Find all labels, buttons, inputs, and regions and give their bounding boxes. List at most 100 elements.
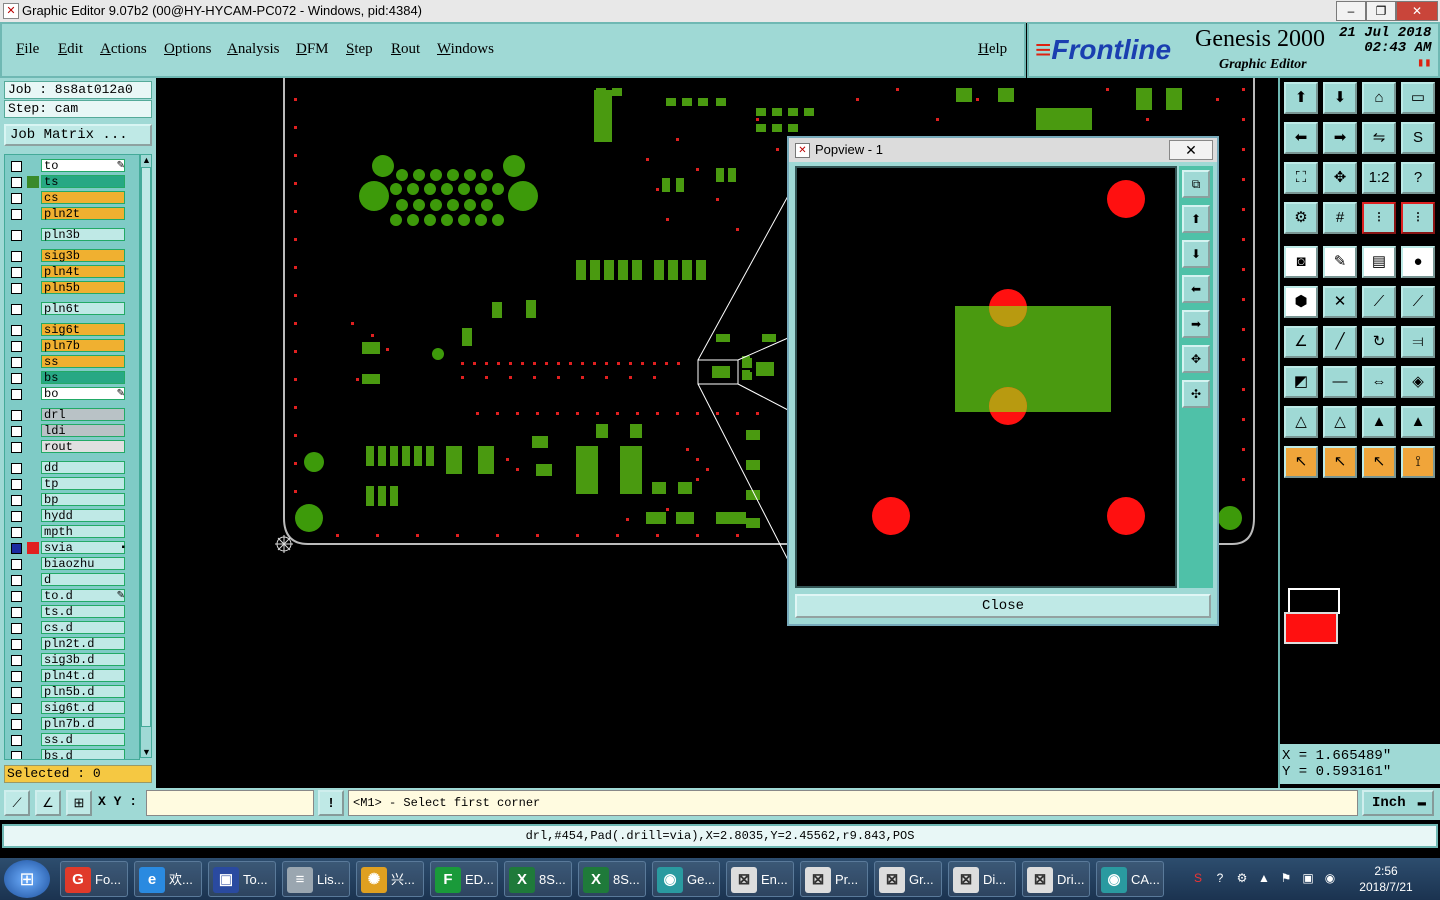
pv-zoom-fit-icon[interactable]: ⧉ <box>1182 170 1210 198</box>
shapes-icon[interactable]: ◈ <box>1401 366 1435 398</box>
menu-file[interactable]: File <box>16 41 39 58</box>
layer-row-ldi[interactable]: ldi <box>7 424 127 438</box>
layer-checkbox[interactable] <box>11 591 22 602</box>
tray-up-icon[interactable]: ▲ <box>1256 870 1272 886</box>
taskbar-clock[interactable]: 2:56 2018/7/21 <box>1346 863 1426 895</box>
taskbar-item[interactable]: ≡ Lis... <box>282 861 350 897</box>
one-to-two-icon[interactable]: 1:2 <box>1362 162 1396 194</box>
layer-name[interactable]: tp <box>41 477 125 491</box>
layer-checkbox[interactable] <box>11 463 22 474</box>
zoom-home-icon[interactable]: ✥ <box>1323 162 1357 194</box>
ruler-icon[interactable]: ▤ <box>1362 246 1396 278</box>
layer-row-d[interactable]: d <box>7 573 127 587</box>
layer-row-pln2t[interactable]: pln2t <box>7 207 127 221</box>
layer-row-pln3b[interactable]: pln3b <box>7 228 127 242</box>
layer-checkbox[interactable] <box>11 671 22 682</box>
layer-name[interactable]: cs <box>41 191 125 205</box>
taskbar-item[interactable]: X 8S... <box>578 861 646 897</box>
layer-row-to-d[interactable]: to.d ✎ <box>7 589 127 603</box>
layer-checkbox[interactable] <box>11 389 22 400</box>
menu-options[interactable]: Options <box>164 41 212 58</box>
layer-checkbox[interactable] <box>11 373 22 384</box>
draw-pencil-icon[interactable]: ✎ <box>1323 246 1357 278</box>
angle-mode-icon[interactable]: ∠ <box>35 790 61 816</box>
layer-name[interactable]: bo <box>41 387 125 401</box>
layer-list-scrollbar[interactable]: ▲ ▼ <box>140 154 152 758</box>
fork-icon[interactable]: ⫤ <box>1401 326 1435 358</box>
layer-row-dd[interactable]: dd <box>7 461 127 475</box>
layer-checkbox[interactable] <box>11 283 22 294</box>
pv-zoom-in-icon[interactable]: ✥ <box>1182 345 1210 373</box>
layer-checkbox[interactable] <box>11 442 22 453</box>
menu-analysis[interactable]: Analysis <box>227 41 280 58</box>
layer-name[interactable]: pln5b <box>41 281 125 295</box>
triangle-4-icon[interactable]: ▲ <box>1401 406 1435 438</box>
layer-name[interactable]: ts <box>41 175 125 189</box>
pan-up-icon[interactable]: ⬆ <box>1284 82 1318 114</box>
pointer-icon[interactable]: ↖ <box>1284 446 1318 478</box>
pan-down-icon[interactable]: ⬇ <box>1323 82 1357 114</box>
layer-row-pln5b-d[interactable]: pln5b.d <box>7 685 127 699</box>
layer-row-ts[interactable]: ts <box>7 175 127 189</box>
layer-name[interactable]: sig3b.d <box>41 653 125 667</box>
traffic-light-2-icon[interactable]: ⁝ <box>1401 202 1435 234</box>
pointer-box-icon[interactable]: ↖ <box>1323 446 1357 478</box>
scroll-up-icon[interactable]: ▲ <box>142 155 151 165</box>
menu-step[interactable]: Step <box>346 41 373 58</box>
layer-name[interactable]: mpth <box>41 525 125 539</box>
menu-edit[interactable]: Edit <box>58 41 83 58</box>
layer-name[interactable]: pln7b <box>41 339 125 353</box>
layer-row-pln7b[interactable]: pln7b <box>7 339 127 353</box>
layer-row-cs[interactable]: cs <box>7 191 127 205</box>
layer-row-pln4t-d[interactable]: pln4t.d <box>7 669 127 683</box>
angle-icon[interactable]: ∠ <box>1284 326 1318 358</box>
pan-right-icon[interactable]: ➡ <box>1323 122 1357 154</box>
pv-pan-right-icon[interactable]: ➡ <box>1182 310 1210 338</box>
layer-row-sig3b-d[interactable]: sig3b.d <box>7 653 127 667</box>
xy-input[interactable] <box>146 790 314 816</box>
layer-name[interactable]: to.d <box>41 589 125 603</box>
triangle-3-icon[interactable]: ▲ <box>1362 406 1396 438</box>
menu-windows[interactable]: Windows <box>437 41 494 58</box>
close-window-button[interactable]: ✕ <box>1396 1 1438 21</box>
taskbar-item[interactable]: ✺ 兴... <box>356 861 424 897</box>
layer-row-bs-d[interactable]: bs.d <box>7 749 127 759</box>
layer-name[interactable]: pln4t <box>41 265 125 279</box>
layer-checkbox[interactable] <box>11 575 22 586</box>
pv-pan-down-icon[interactable]: ⬇ <box>1182 240 1210 268</box>
layer-row-pln6t[interactable]: pln6t <box>7 302 127 316</box>
taskbar-item[interactable]: ◉ Ge... <box>652 861 720 897</box>
layer-checkbox[interactable] <box>11 341 22 352</box>
layer-row-bp[interactable]: bp <box>7 493 127 507</box>
layer-row-sig6t[interactable]: sig6t <box>7 323 127 337</box>
layer-name[interactable]: pln7b.d <box>41 717 125 731</box>
layer-name[interactable]: sig6t <box>41 323 125 337</box>
layer-checkbox[interactable] <box>11 527 22 538</box>
layer-row-rout[interactable]: rout <box>7 440 127 454</box>
dot-icon[interactable]: ● <box>1401 246 1435 278</box>
layer-name[interactable]: dd <box>41 461 125 475</box>
zoom-fit-icon[interactable]: ⛶ <box>1284 162 1318 194</box>
grid-icon[interactable]: # <box>1323 202 1357 234</box>
select-pad-icon[interactable]: ◙ <box>1284 246 1318 278</box>
layer-name[interactable]: pln4t.d <box>41 669 125 683</box>
layer-row-biaozhu[interactable]: biaozhu <box>7 557 127 571</box>
layer-row-ts-d[interactable]: ts.d <box>7 605 127 619</box>
cross-node-icon[interactable]: ✕ <box>1323 286 1357 318</box>
layer-row-pln7b-d[interactable]: pln7b.d <box>7 717 127 731</box>
measure-icon[interactable]: ⚙ <box>1284 202 1318 234</box>
layer-row-bo[interactable]: bo ✎ <box>7 387 127 401</box>
layer-checkbox[interactable] <box>11 623 22 634</box>
layer-row-ss-d[interactable]: ss.d <box>7 733 127 747</box>
layer-checkbox[interactable] <box>11 607 22 618</box>
layer-name[interactable]: ts.d <box>41 605 125 619</box>
mini-map-view[interactable] <box>1284 612 1338 644</box>
tray-help-icon[interactable]: ? <box>1212 870 1228 886</box>
pan-left-icon[interactable]: ⬅ <box>1284 122 1318 154</box>
taskbar-item[interactable]: F ED... <box>430 861 498 897</box>
shape-dot-icon[interactable]: ◩ <box>1284 366 1318 398</box>
layer-row-mpth[interactable]: mpth <box>7 525 127 539</box>
popview-viewport[interactable] <box>795 166 1177 588</box>
layer-name[interactable]: bs <box>41 371 125 385</box>
layer-name[interactable]: svia <box>41 541 125 555</box>
